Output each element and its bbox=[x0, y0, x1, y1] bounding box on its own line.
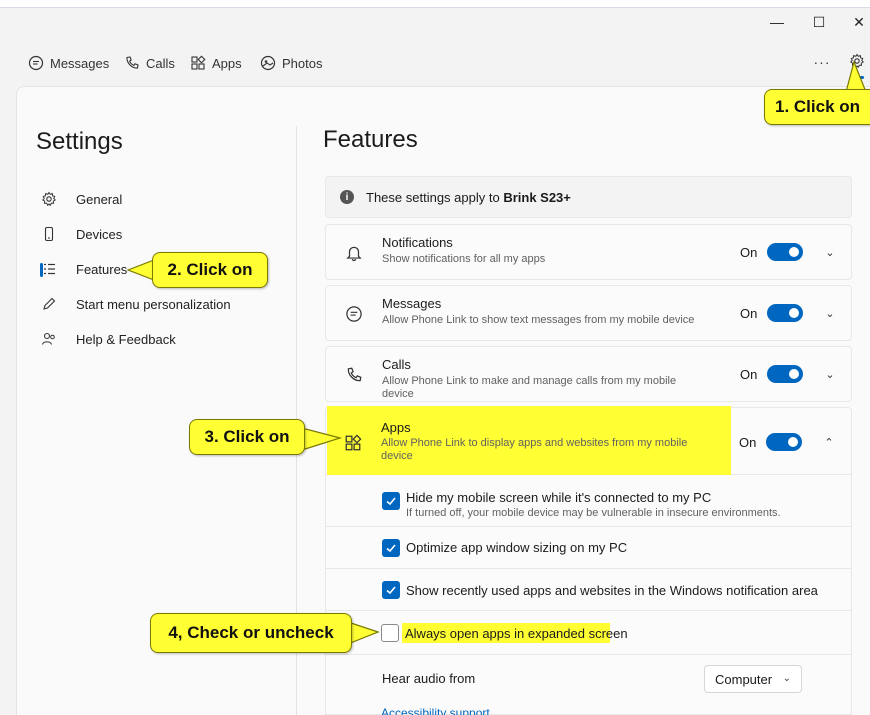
optimize-checkbox[interactable] bbox=[382, 539, 400, 557]
sidebar-item-label: Features bbox=[76, 261, 128, 277]
expanded-screen-checkbox[interactable] bbox=[381, 624, 399, 642]
sidebar-item-start-menu[interactable]: Start menu personalization bbox=[40, 291, 231, 317]
minimize-button[interactable]: — bbox=[762, 12, 792, 32]
nav-calls-label: Calls bbox=[146, 55, 175, 71]
bell-icon bbox=[344, 243, 364, 263]
feature-row-apps-content: Apps Allow Phone Link to display apps an… bbox=[325, 407, 852, 475]
option-label: Always open apps in expanded screen bbox=[405, 626, 628, 641]
top-nav: Messages Calls Apps Photos ··· bbox=[0, 48, 870, 79]
nav-apps-label: Apps bbox=[212, 55, 242, 71]
sidebar-item-general[interactable]: General bbox=[40, 186, 122, 212]
checkmark-icon bbox=[386, 586, 396, 595]
feature-desc: Show notifications for all my apps bbox=[382, 253, 546, 265]
info-text: These settings apply to bbox=[366, 189, 504, 205]
checkmark-icon bbox=[386, 497, 396, 506]
sidebar-item-features[interactable]: Features bbox=[40, 256, 127, 282]
nav-apps[interactable]: Apps bbox=[190, 52, 242, 74]
info-icon: i bbox=[340, 190, 354, 204]
nav-calls[interactable]: Calls bbox=[124, 52, 175, 74]
audio-label: Hear audio from bbox=[382, 671, 476, 686]
callout-step-3: 3. Click on bbox=[189, 419, 305, 455]
notifications-toggle[interactable] bbox=[767, 243, 803, 261]
sidebar-item-help[interactable]: Help & Feedback bbox=[40, 326, 176, 352]
people-icon bbox=[40, 330, 58, 348]
toggle-state-label: On bbox=[740, 306, 758, 321]
apps-icon bbox=[191, 55, 206, 70]
toggle-state-label: On bbox=[740, 367, 758, 382]
audio-source-select[interactable]: Computer ⌄ bbox=[704, 665, 802, 693]
accessibility-link[interactable]: Accessibility support bbox=[381, 706, 490, 715]
feature-title: Messages bbox=[382, 296, 442, 311]
callout-pointer bbox=[301, 427, 342, 451]
option-label: Hide my mobile screen while it's connect… bbox=[406, 490, 712, 505]
title-bar: — ☐ ✕ bbox=[0, 8, 870, 36]
gear-icon bbox=[40, 190, 58, 208]
chevron-down-icon[interactable]: ⌄ bbox=[823, 365, 837, 383]
toggle-state-label: On bbox=[740, 245, 758, 260]
option-desc: If turned off, your mobile device may be… bbox=[406, 507, 781, 519]
chevron-down-icon: ⌄ bbox=[782, 673, 791, 684]
settings-title: Settings bbox=[36, 128, 123, 155]
sidebar-item-devices[interactable]: Devices bbox=[40, 221, 122, 247]
feature-title: Apps bbox=[381, 420, 411, 435]
option-label: Optimize app window sizing on my PC bbox=[406, 540, 628, 555]
nav-messages[interactable]: Messages bbox=[28, 52, 109, 74]
sidebar-item-label: Devices bbox=[76, 226, 123, 242]
nav-messages-label: Messages bbox=[50, 55, 110, 71]
callout-step-4: 4, Check or uncheck bbox=[150, 613, 352, 653]
callout-step-2: 2. Click on bbox=[152, 252, 268, 288]
chevron-down-icon[interactable]: ⌄ bbox=[823, 304, 837, 322]
apps-toggle[interactable] bbox=[766, 433, 802, 451]
window-top-border bbox=[0, 0, 870, 8]
photos-icon bbox=[260, 55, 276, 71]
calls-toggle[interactable] bbox=[767, 365, 803, 383]
apps-icon bbox=[343, 433, 363, 453]
chat-icon bbox=[344, 304, 364, 324]
feature-desc: Allow Phone Link to show text messages f… bbox=[382, 314, 695, 326]
audio-source-value: Computer bbox=[715, 671, 773, 687]
close-button[interactable]: ✕ bbox=[844, 12, 870, 32]
list-icon bbox=[40, 260, 58, 278]
sidebar-item-label: Start menu personalization bbox=[76, 296, 231, 312]
feature-row-notifications: Notifications Show notifications for all… bbox=[325, 224, 852, 280]
page-title: Features bbox=[323, 126, 418, 153]
checkmark-icon bbox=[386, 544, 396, 553]
sidebar-item-label: General bbox=[76, 191, 123, 207]
chevron-down-icon[interactable]: ⌄ bbox=[823, 243, 837, 261]
feature-desc: Allow Phone Link to make and manage call… bbox=[382, 375, 677, 400]
pen-icon bbox=[40, 295, 58, 313]
feature-row-messages: Messages Allow Phone Link to show text m… bbox=[325, 285, 852, 341]
option-row-hide-screen: Hide my mobile screen while it's connect… bbox=[325, 475, 852, 527]
nav-photos[interactable]: Photos bbox=[260, 52, 322, 74]
phone-device-icon bbox=[40, 225, 58, 243]
more-options-button[interactable]: ··· bbox=[812, 52, 832, 72]
feature-desc: Allow Phone Link to display apps and web… bbox=[381, 437, 688, 462]
device-info-bar: i These settings apply to Brink S23+ bbox=[325, 176, 852, 218]
hide-screen-checkbox[interactable] bbox=[382, 492, 400, 510]
option-row-optimize: Optimize app window sizing on my PC bbox=[325, 527, 852, 569]
nav-photos-label: Photos bbox=[282, 55, 323, 71]
phone-icon bbox=[126, 56, 139, 69]
maximize-button[interactable]: ☐ bbox=[804, 12, 834, 32]
messages-icon bbox=[28, 55, 44, 71]
callout-step-1: 1. Click on bbox=[764, 89, 870, 125]
option-row-recent-apps: Show recently used apps and websites in … bbox=[325, 569, 852, 611]
recent-apps-checkbox[interactable] bbox=[382, 581, 400, 599]
feature-row-calls: Calls Allow Phone Link to make and manag… bbox=[325, 346, 852, 402]
option-label: Show recently used apps and websites in … bbox=[406, 583, 818, 598]
feature-title: Notifications bbox=[382, 235, 453, 250]
messages-toggle[interactable] bbox=[767, 304, 803, 322]
sidebar-item-label: Help & Feedback bbox=[76, 331, 176, 347]
device-name: Brink S23+ bbox=[503, 189, 571, 205]
feature-title: Calls bbox=[382, 357, 411, 372]
phone-icon bbox=[344, 365, 364, 385]
chevron-up-icon[interactable]: ⌃ bbox=[822, 433, 836, 451]
option-row-expanded-content: Always open apps in expanded screen bbox=[325, 611, 852, 655]
toggle-state-label: On bbox=[739, 435, 757, 450]
